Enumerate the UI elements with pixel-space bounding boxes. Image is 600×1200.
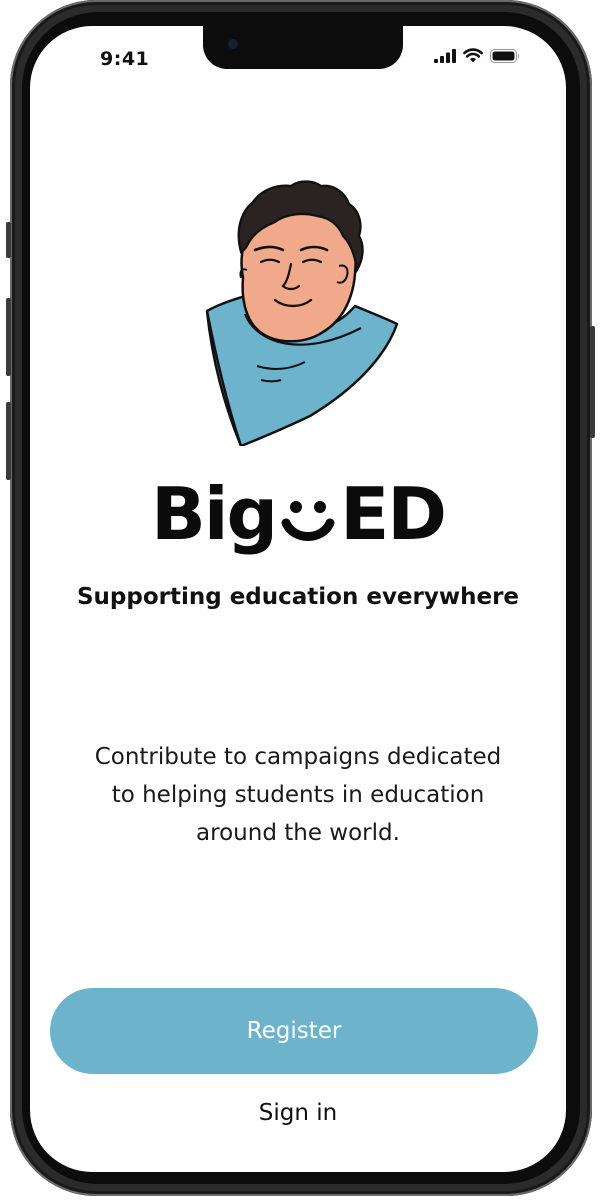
battery-icon: [490, 48, 519, 63]
mascot-avatar: [205, 180, 399, 446]
status-icons: [434, 48, 520, 63]
front-camera: [225, 36, 241, 52]
volume-up-button: [6, 298, 11, 376]
notch: [203, 26, 403, 69]
sign-in-link[interactable]: Sign in: [30, 1100, 566, 1126]
silent-switch: [6, 222, 11, 258]
signal-icon: [434, 48, 456, 63]
brand-logo: Big ED: [30, 478, 566, 550]
app-screen: 9:41 Big ED Supporting education everywh…: [30, 26, 566, 1172]
app-description: Contribute to campaigns dedicated to hel…: [94, 744, 502, 846]
logo-text-ed: ED: [340, 472, 447, 556]
status-time: 9:41: [100, 48, 150, 70]
smile-icon: [281, 501, 335, 541]
wifi-icon: [463, 48, 483, 63]
tagline: Supporting education everywhere: [76, 584, 520, 610]
logo-text-big: Big: [150, 472, 278, 556]
volume-down-button: [6, 402, 11, 480]
register-button[interactable]: Register: [50, 988, 538, 1074]
power-button: [590, 326, 595, 438]
